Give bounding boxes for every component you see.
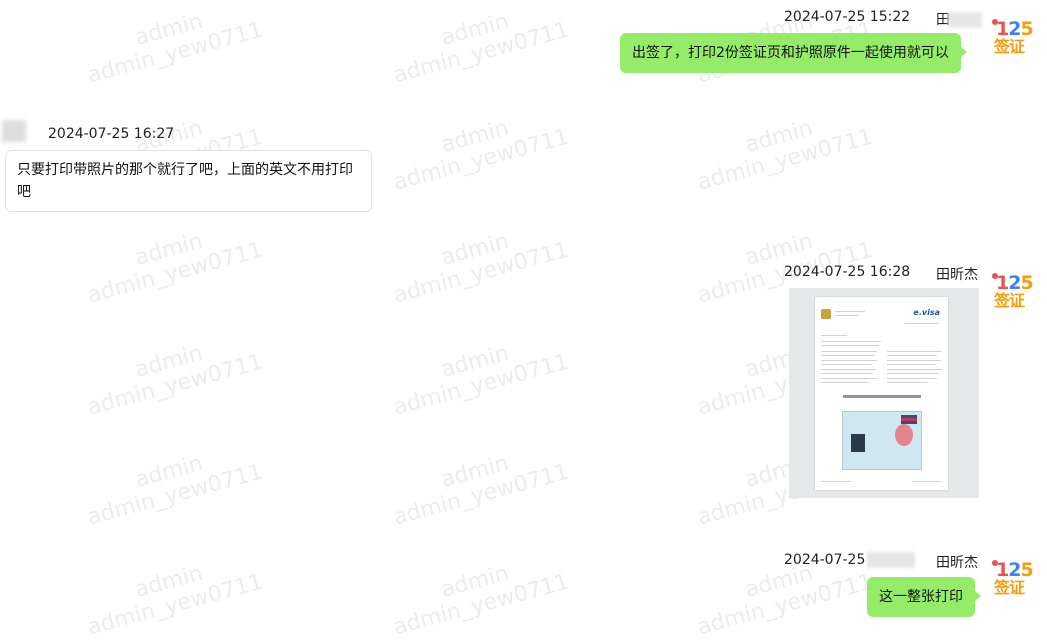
watermark: adminadmin_yew0711 (694, 115, 876, 196)
message-text: 出签了，打印2份签证页和护照原件一起使用就可以 (632, 45, 949, 61)
message-timestamp: 2024-07-25 16:28 (784, 264, 911, 280)
redacted-name (948, 12, 982, 28)
sender-avatar[interactable]: 125 签证 (992, 17, 1034, 57)
contact-avatar[interactable] (2, 120, 26, 142)
message-bubble-outgoing[interactable]: 出签了，打印2份签证页和护照原件一起使用就可以 (620, 33, 967, 73)
sender-name: 田 (936, 9, 982, 29)
watermark: adminadmin_yew0711 (84, 340, 266, 421)
document-heading-line (843, 395, 921, 398)
watermark: adminadmin_yew0711 (390, 115, 572, 196)
message-text: 只要打印带照片的那个就行了吧，上面的英文不用打印吧 (17, 162, 353, 200)
visa-card-image (842, 411, 922, 470)
avatar-brand-text: 签证 (994, 578, 1025, 597)
sender-avatar[interactable]: 125 签证 (992, 271, 1034, 311)
125-visa-logo-icon: 125 (996, 272, 1034, 294)
flag-icon (901, 415, 917, 424)
125-visa-logo-icon: 125 (996, 559, 1034, 581)
cambodia-emblem-icon (821, 309, 831, 319)
125-visa-logo-icon: 125 (996, 18, 1034, 40)
watermark: adminadmin_yew0711 (84, 228, 266, 309)
watermark: adminadmin_yew0711 (390, 560, 572, 641)
image-message[interactable]: e.visa (789, 288, 979, 498)
redacted-time (867, 552, 916, 568)
avatar-brand-text: 签证 (994, 291, 1025, 310)
sender-name: 田昕杰 (936, 555, 978, 571)
watermark: adminadmin_yew0711 (390, 8, 572, 89)
watermark: adminadmin_yew0711 (390, 228, 572, 309)
visa-document-preview: e.visa (815, 297, 948, 490)
passport-photo (851, 434, 865, 452)
watermark: adminadmin_yew0711 (84, 560, 266, 641)
watermark: adminadmin_yew0711 (390, 450, 572, 531)
message-timestamp: 2024-07-25 (784, 552, 916, 568)
avatar-brand-text: 签证 (994, 37, 1025, 56)
sender-avatar[interactable]: 125 签证 (992, 558, 1034, 598)
watermark: adminadmin_yew0711 (390, 340, 572, 421)
message-bubble-incoming[interactable]: 只要打印带照片的那个就行了吧，上面的英文不用打印吧 (5, 150, 372, 212)
evisa-logo: e.visa (913, 308, 940, 317)
message-bubble-outgoing[interactable]: 这一整张打印 (867, 577, 981, 617)
message-timestamp: 2024-07-25 16:27 (48, 126, 175, 142)
watermark: adminadmin_yew0711 (84, 8, 266, 89)
message-timestamp: 2024-07-25 15:22 (784, 9, 911, 25)
sender-name: 田昕杰 (936, 267, 978, 283)
message-text: 这一整张打印 (879, 589, 963, 605)
visa-seal (895, 424, 913, 446)
watermark: adminadmin_yew0711 (84, 450, 266, 531)
